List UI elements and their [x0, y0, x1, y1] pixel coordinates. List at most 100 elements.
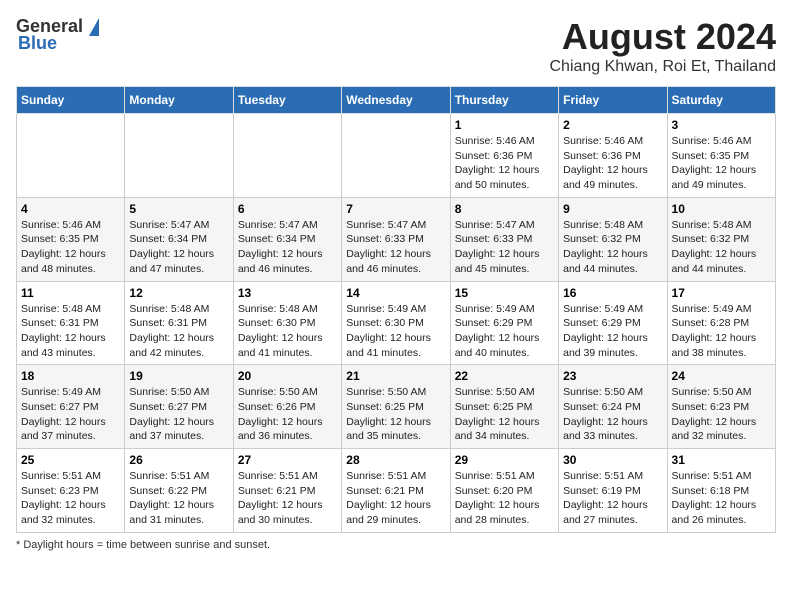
day-info: Sunrise: 5:49 AM Sunset: 6:29 PM Dayligh…: [455, 302, 554, 361]
day-info: Sunrise: 5:50 AM Sunset: 6:25 PM Dayligh…: [455, 385, 554, 444]
day-number: 9: [563, 202, 662, 216]
footer-note-text: Daylight hours: [23, 539, 93, 551]
calendar-cell: 29 Sunrise: 5:51 AM Sunset: 6:20 PM Dayli…: [450, 449, 558, 533]
column-header-thursday: Thursday: [450, 87, 558, 114]
calendar-cell: 18Sunrise: 5:49 AM Sunset: 6:27 PM Dayli…: [17, 365, 125, 449]
day-info: Sunrise: 5:50 AM Sunset: 6:25 PM Dayligh…: [346, 385, 445, 444]
calendar-cell: 3Sunrise: 5:46 AM Sunset: 6:35 PM Daylig…: [667, 114, 775, 198]
subtitle: Chiang Khwan, Roi Et, Thailand: [549, 58, 776, 76]
calendar-cell: 16 Sunrise: 5:49 AM Sunset: 6:29 PM Dayli…: [559, 281, 667, 365]
day-number: 2: [563, 118, 662, 132]
calendar-cell: 2 Sunrise: 5:46 AM Sunset: 6:36 PM Daylig…: [559, 114, 667, 198]
calendar-cell: 23 Sunrise: 5:50 AM Sunset: 6:24 PM Dayli…: [559, 365, 667, 449]
day-number: 4: [21, 202, 120, 216]
day-info: Sunrise: 5:49 AM Sunset: 6:27 PM Dayligh…: [21, 385, 120, 444]
day-number: 7: [346, 202, 445, 216]
day-info: Sunrise: 5:46 AM Sunset: 6:36 PM Dayligh…: [563, 134, 662, 193]
day-number: 16: [563, 286, 662, 300]
day-number: 20: [238, 369, 337, 383]
day-number: 15: [455, 286, 554, 300]
column-header-saturday: Saturday: [667, 87, 775, 114]
calendar-cell: [342, 114, 450, 198]
day-info: Sunrise: 5:50 AM Sunset: 6:26 PM Dayligh…: [238, 385, 337, 444]
day-number: 5: [129, 202, 228, 216]
day-info: Sunrise: 5:49 AM Sunset: 6:30 PM Dayligh…: [346, 302, 445, 361]
day-number: 23: [563, 369, 662, 383]
day-number: 11: [21, 286, 120, 300]
day-number: 28: [346, 453, 445, 467]
day-info: Sunrise: 5:47 AM Sunset: 6:33 PM Dayligh…: [455, 218, 554, 277]
day-info: Sunrise: 5:48 AM Sunset: 6:30 PM Dayligh…: [238, 302, 337, 361]
calendar-cell: 9 Sunrise: 5:48 AM Sunset: 6:32 PM Daylig…: [559, 197, 667, 281]
day-number: 12: [129, 286, 228, 300]
day-number: 31: [672, 453, 771, 467]
calendar-cell: 31Sunrise: 5:51 AM Sunset: 6:18 PM Dayli…: [667, 449, 775, 533]
day-number: 22: [455, 369, 554, 383]
day-info: Sunrise: 5:51 AM Sunset: 6:20 PM Dayligh…: [455, 469, 554, 528]
calendar-cell: 19 Sunrise: 5:50 AM Sunset: 6:27 PM Dayli…: [125, 365, 233, 449]
calendar-cell: 24 Sunrise: 5:50 AM Sunset: 6:23 PM Dayli…: [667, 365, 775, 449]
calendar-cell: 13 Sunrise: 5:48 AM Sunset: 6:30 PM Dayli…: [233, 281, 341, 365]
calendar-cell: [17, 114, 125, 198]
calendar-cell: 28 Sunrise: 5:51 AM Sunset: 6:21 PM Dayli…: [342, 449, 450, 533]
day-info: Sunrise: 5:50 AM Sunset: 6:24 PM Dayligh…: [563, 385, 662, 444]
day-info: Sunrise: 5:51 AM Sunset: 6:23 PM Dayligh…: [21, 469, 120, 528]
calendar-cell: 5 Sunrise: 5:47 AM Sunset: 6:34 PM Daylig…: [125, 197, 233, 281]
day-info: Sunrise: 5:51 AM Sunset: 6:21 PM Dayligh…: [238, 469, 337, 528]
day-number: 27: [238, 453, 337, 467]
logo-triangle-icon: [89, 18, 99, 36]
day-number: 14: [346, 286, 445, 300]
day-info: Sunrise: 5:48 AM Sunset: 6:31 PM Dayligh…: [129, 302, 228, 361]
header: General Blue August 2024 Chiang Khwan, R…: [16, 16, 776, 76]
day-info: Sunrise: 5:46 AM Sunset: 6:36 PM Dayligh…: [455, 134, 554, 193]
column-header-monday: Monday: [125, 87, 233, 114]
day-info: Sunrise: 5:50 AM Sunset: 6:27 PM Dayligh…: [129, 385, 228, 444]
day-info: Sunrise: 5:48 AM Sunset: 6:32 PM Dayligh…: [672, 218, 771, 277]
day-info: Sunrise: 5:51 AM Sunset: 6:19 PM Dayligh…: [563, 469, 662, 528]
calendar-cell: [233, 114, 341, 198]
calendar-cell: 22 Sunrise: 5:50 AM Sunset: 6:25 PM Dayli…: [450, 365, 558, 449]
calendar-cell: 11Sunrise: 5:48 AM Sunset: 6:31 PM Dayli…: [17, 281, 125, 365]
calendar-cell: 8 Sunrise: 5:47 AM Sunset: 6:33 PM Daylig…: [450, 197, 558, 281]
calendar-cell: 17 Sunrise: 5:49 AM Sunset: 6:28 PM Dayli…: [667, 281, 775, 365]
day-number: 30: [563, 453, 662, 467]
day-number: 21: [346, 369, 445, 383]
calendar-cell: 26 Sunrise: 5:51 AM Sunset: 6:22 PM Dayli…: [125, 449, 233, 533]
day-info: Sunrise: 5:46 AM Sunset: 6:35 PM Dayligh…: [21, 218, 120, 277]
footer-note: * Daylight hours = time between sunrise …: [16, 539, 776, 551]
logo: General Blue: [16, 16, 99, 54]
day-info: Sunrise: 5:48 AM Sunset: 6:32 PM Dayligh…: [563, 218, 662, 277]
calendar-cell: 25Sunrise: 5:51 AM Sunset: 6:23 PM Dayli…: [17, 449, 125, 533]
column-header-friday: Friday: [559, 87, 667, 114]
day-number: 1: [455, 118, 554, 132]
day-number: 26: [129, 453, 228, 467]
day-info: Sunrise: 5:50 AM Sunset: 6:23 PM Dayligh…: [672, 385, 771, 444]
main-title: August 2024: [549, 16, 776, 58]
day-info: Sunrise: 5:47 AM Sunset: 6:34 PM Dayligh…: [129, 218, 228, 277]
day-number: 8: [455, 202, 554, 216]
column-header-sunday: Sunday: [17, 87, 125, 114]
day-number: 13: [238, 286, 337, 300]
day-info: Sunrise: 5:49 AM Sunset: 6:28 PM Dayligh…: [672, 302, 771, 361]
calendar-cell: 7 Sunrise: 5:47 AM Sunset: 6:33 PM Daylig…: [342, 197, 450, 281]
day-info: Sunrise: 5:51 AM Sunset: 6:21 PM Dayligh…: [346, 469, 445, 528]
day-info: Sunrise: 5:51 AM Sunset: 6:22 PM Dayligh…: [129, 469, 228, 528]
calendar-cell: [125, 114, 233, 198]
day-info: Sunrise: 5:49 AM Sunset: 6:29 PM Dayligh…: [563, 302, 662, 361]
calendar-cell: 1 Sunrise: 5:46 AM Sunset: 6:36 PM Daylig…: [450, 114, 558, 198]
title-area: August 2024 Chiang Khwan, Roi Et, Thaila…: [549, 16, 776, 76]
day-number: 24: [672, 369, 771, 383]
day-number: 19: [129, 369, 228, 383]
calendar-cell: 10 Sunrise: 5:48 AM Sunset: 6:32 PM Dayli…: [667, 197, 775, 281]
logo-blue-text: Blue: [18, 33, 57, 54]
calendar-cell: 30 Sunrise: 5:51 AM Sunset: 6:19 PM Dayli…: [559, 449, 667, 533]
calendar-cell: 6Sunrise: 5:47 AM Sunset: 6:34 PM Daylig…: [233, 197, 341, 281]
day-number: 17: [672, 286, 771, 300]
day-number: 10: [672, 202, 771, 216]
day-number: 29: [455, 453, 554, 467]
column-header-wednesday: Wednesday: [342, 87, 450, 114]
calendar-cell: 4 Sunrise: 5:46 AM Sunset: 6:35 PM Daylig…: [17, 197, 125, 281]
day-info: Sunrise: 5:47 AM Sunset: 6:33 PM Dayligh…: [346, 218, 445, 277]
day-info: Sunrise: 5:46 AM Sunset: 6:35 PM Dayligh…: [672, 134, 771, 193]
day-info: Sunrise: 5:47 AM Sunset: 6:34 PM Dayligh…: [238, 218, 337, 277]
